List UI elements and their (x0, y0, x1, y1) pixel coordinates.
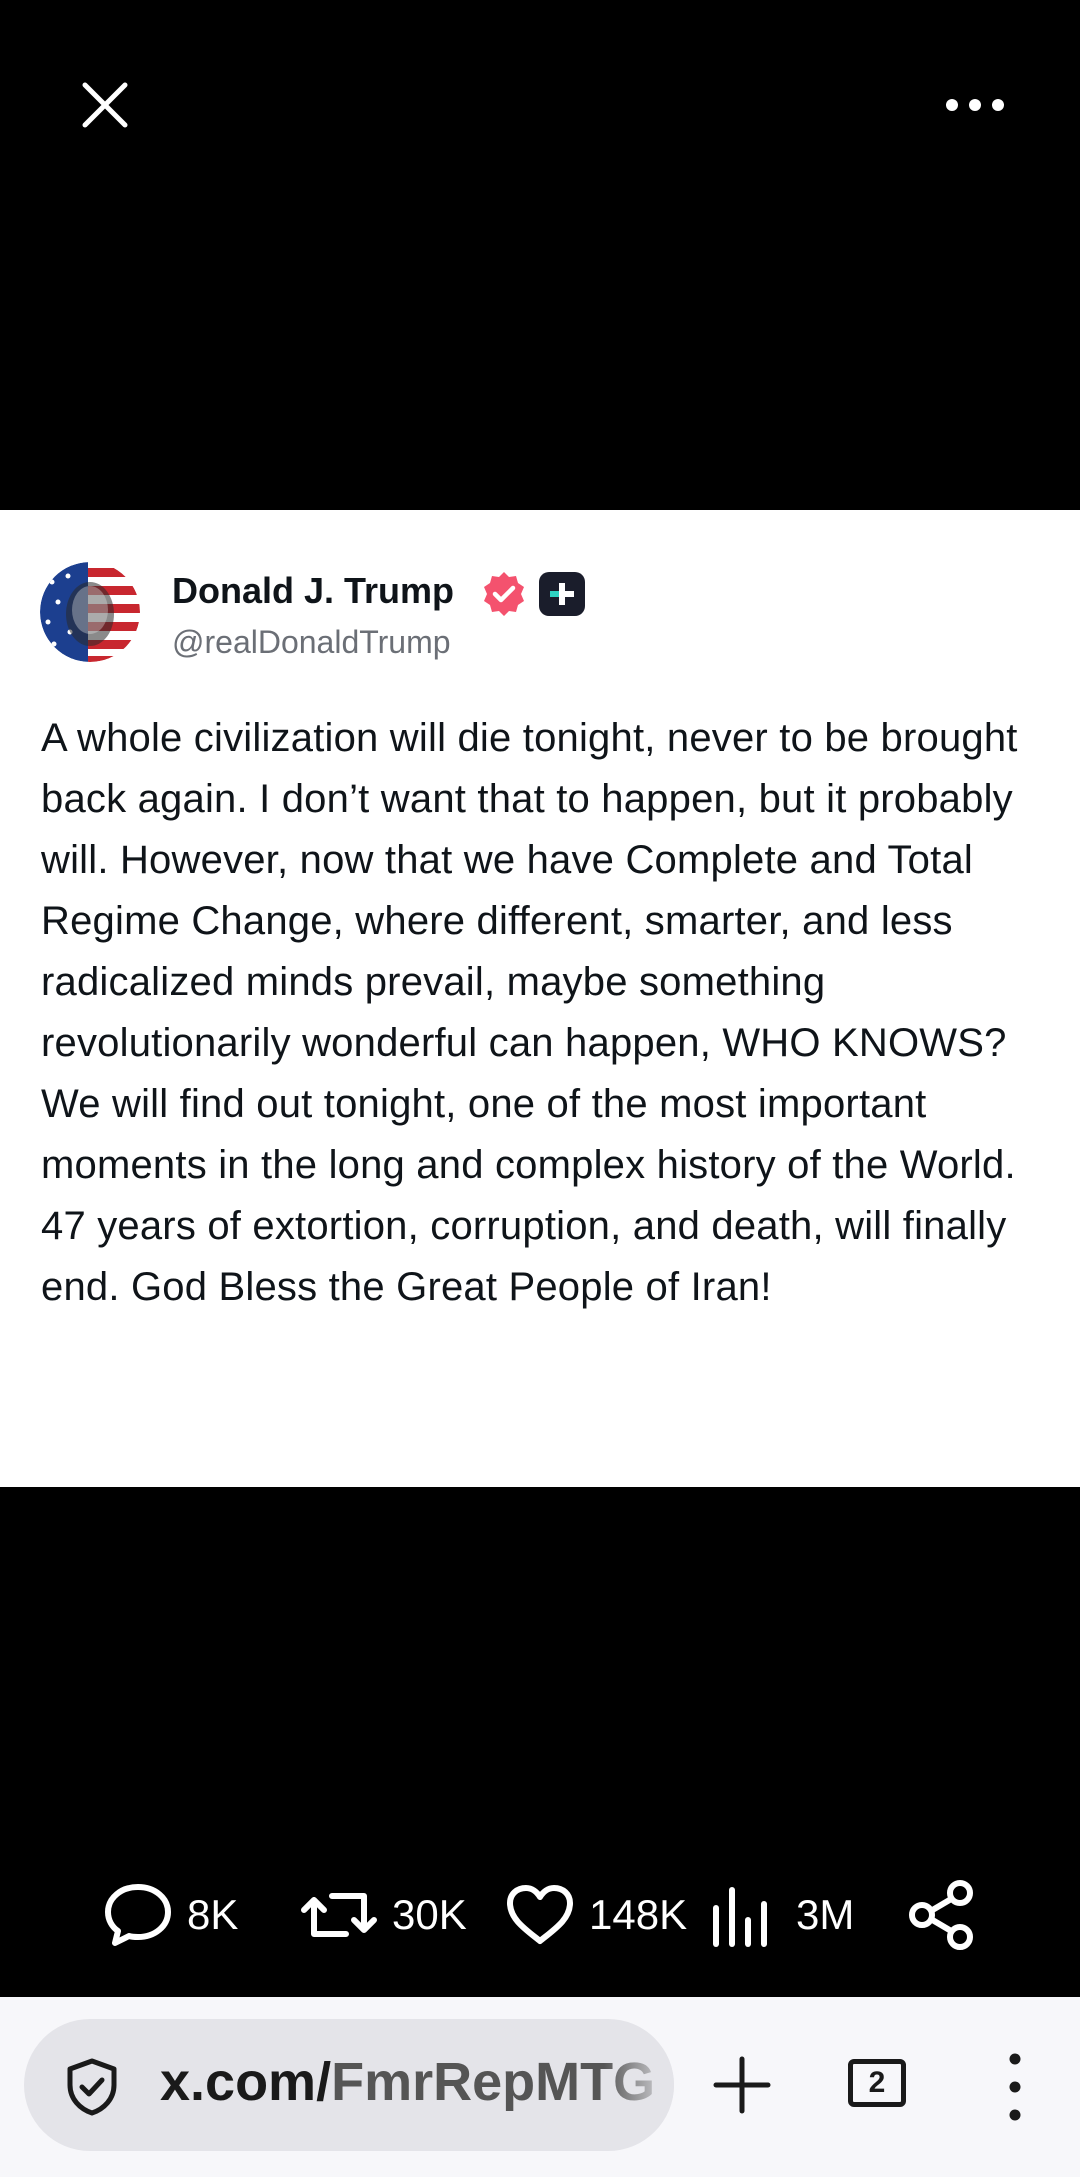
truth-plus-icon (539, 572, 585, 616)
plus-icon[interactable] (712, 2055, 772, 2115)
author-handle: @realDonaldTrump (172, 624, 451, 660)
like-button[interactable]: 148K (505, 1870, 687, 1960)
close-button[interactable] (72, 72, 138, 138)
share-icon (909, 1880, 973, 1950)
address-bar[interactable]: x.com/FmrRepMTG (24, 2019, 674, 2151)
reply-count: 8K (187, 1891, 239, 1938)
heart-icon (507, 1885, 573, 1944)
views-chart-icon (713, 1887, 767, 1947)
views-count: 3M (796, 1891, 855, 1938)
repost-icon (301, 1893, 377, 1937)
more-horizontal-icon (946, 99, 1004, 111)
url-domain: x.com/ (160, 2052, 332, 2112)
more-vertical-icon[interactable] (990, 2049, 1040, 2125)
reply-icon (105, 1884, 171, 1946)
shield-icon[interactable] (64, 2057, 120, 2117)
views-button[interactable]: 3M (710, 1870, 854, 1960)
image-viewer: Donald J. Trump @realDonaldTrump A whole… (0, 0, 1080, 2177)
more-options-button[interactable] (935, 80, 1015, 130)
post-image: Donald J. Trump @realDonaldTrump A whole… (0, 510, 1080, 1487)
avatar (40, 562, 140, 662)
url-text: x.com/FmrRepMTG (160, 2051, 655, 2113)
tab-switcher-button[interactable]: 2 (848, 2059, 906, 2107)
post-text: A whole civilization will die tonight, n… (41, 716, 1018, 1309)
share-button[interactable] (908, 1870, 976, 1960)
like-count: 148K (589, 1891, 688, 1938)
reply-button[interactable]: 8K (103, 1870, 238, 1960)
close-icon (82, 82, 128, 128)
repost-button[interactable]: 30K (300, 1870, 467, 1960)
url-fade (604, 2019, 674, 2151)
browser-toolbar: x.com/FmrRepMTG 2 (0, 1997, 1080, 2177)
repost-count: 30K (392, 1891, 467, 1938)
author-name: Donald J. Trump (172, 570, 455, 611)
post-action-bar: 8K 30K 148K 3M (0, 1870, 1080, 1960)
viewer-top-bar (0, 0, 1080, 210)
verified-badge-icon (484, 572, 524, 616)
